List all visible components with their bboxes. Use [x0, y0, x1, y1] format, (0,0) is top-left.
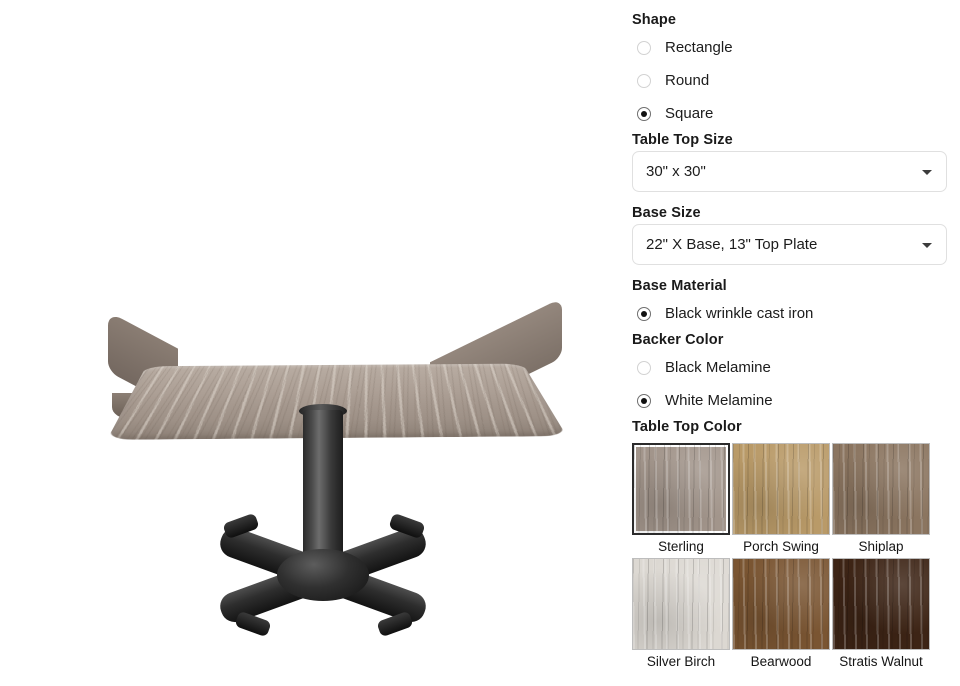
radio-icon-black-wrinkle-cast-iron[interactable]	[637, 306, 651, 321]
group-title-base-material: Base Material	[632, 278, 727, 294]
swatch-label-porch-swing: Porch Swing	[743, 539, 819, 554]
radio-icon-square[interactable]	[637, 106, 651, 121]
select-base-size[interactable]: 22" X Base, 13" Top Plate	[632, 224, 947, 265]
radio-option-round[interactable]: Round	[632, 64, 947, 97]
swatch-cell-bearwood[interactable]: Bearwood	[732, 557, 830, 671]
radio-label-square: Square	[665, 105, 714, 122]
radio-icon-round[interactable]	[637, 73, 651, 88]
woodgrain-texture	[833, 444, 929, 534]
group-title-base-size: Base Size	[632, 205, 701, 221]
product-image-pane	[0, 0, 632, 686]
swatch-stratis-walnut[interactable]	[832, 557, 930, 650]
woodgrain-texture	[634, 445, 728, 533]
swatch-cell-stratis-walnut[interactable]: Stratis Walnut	[832, 557, 930, 671]
chevron-down-icon[interactable]	[922, 242, 932, 248]
swatch-sterling[interactable]	[632, 443, 730, 535]
option-group-backer-color: Backer Color Black Melamine White Melami…	[632, 332, 947, 417]
swatch-cell-silver-birch[interactable]: Silver Birch	[632, 557, 730, 671]
radio-label-black-wrinkle-cast-iron: Black wrinkle cast iron	[665, 305, 814, 322]
radio-option-black-wrinkle-cast-iron[interactable]: Black wrinkle cast iron	[632, 297, 947, 330]
base-foot	[376, 610, 414, 638]
chevron-down-icon[interactable]	[922, 169, 932, 175]
woodgrain-texture	[833, 558, 929, 649]
option-group-table-top-size: Table Top Size 30" x 30"	[632, 132, 947, 192]
radio-label-rectangle: Rectangle	[665, 39, 733, 56]
select-table-top-size[interactable]: 30" x 30"	[632, 151, 947, 192]
radio-icon-rectangle[interactable]	[637, 40, 651, 55]
option-group-table-top-color: Table Top Color Sterling Porch Swing Shi…	[632, 419, 947, 670]
swatch-shiplap[interactable]	[832, 443, 930, 535]
swatch-label-shiplap: Shiplap	[858, 539, 904, 554]
swatch-porch-swing[interactable]	[732, 443, 830, 535]
option-group-base-material: Base Material Black wrinkle cast iron	[632, 278, 947, 330]
radio-option-rectangle[interactable]: Rectangle	[632, 31, 947, 64]
option-group-shape: Shape Rectangle Round Square	[632, 12, 947, 130]
radio-option-black-melamine[interactable]: Black Melamine	[632, 351, 947, 384]
swatch-cell-shiplap[interactable]: Shiplap	[832, 443, 930, 556]
radio-icon-white-melamine[interactable]	[637, 393, 651, 408]
table-base-x	[216, 500, 430, 650]
group-title-table-top-size: Table Top Size	[632, 132, 733, 148]
swatch-label-stratis-walnut: Stratis Walnut	[839, 653, 923, 669]
woodgrain-texture	[633, 558, 729, 649]
radio-icon-black-melamine[interactable]	[637, 360, 651, 375]
swatch-cell-sterling[interactable]: Sterling	[632, 443, 730, 556]
swatch-label-sterling: Sterling	[658, 539, 704, 554]
radio-option-white-melamine[interactable]: White Melamine	[632, 384, 947, 417]
swatch-cell-porch-swing[interactable]: Porch Swing	[732, 443, 830, 556]
select-value-table-top-size: 30" x 30"	[646, 163, 706, 180]
product-configurator: Shape Rectangle Round Square Table Top S…	[0, 0, 960, 686]
group-title-backer-color: Backer Color	[632, 332, 724, 348]
radio-label-white-melamine: White Melamine	[665, 392, 773, 409]
swatch-label-bearwood: Bearwood	[750, 653, 812, 669]
options-panel: Shape Rectangle Round Square Table Top S…	[632, 0, 960, 686]
table-product-image	[0, 0, 632, 686]
radio-label-round: Round	[665, 72, 710, 89]
radio-option-square[interactable]: Square	[632, 97, 947, 130]
base-foot	[234, 610, 272, 638]
group-title-table-top-color: Table Top Color	[632, 419, 742, 435]
swatch-label-silver-birch: Silver Birch	[646, 653, 716, 669]
woodgrain-texture	[733, 444, 829, 534]
option-group-base-size: Base Size 22" X Base, 13" Top Plate	[632, 205, 947, 265]
swatch-silver-birch[interactable]	[632, 557, 730, 650]
base-hub	[277, 549, 369, 601]
group-title-shape: Shape	[632, 12, 677, 28]
woodgrain-texture	[733, 558, 829, 649]
select-value-base-size: 22" X Base, 13" Top Plate	[646, 236, 818, 253]
swatch-grid: Sterling Porch Swing Shiplap Silver Birc…	[632, 443, 947, 670]
radio-label-black-melamine: Black Melamine	[665, 359, 771, 376]
swatch-bearwood[interactable]	[732, 557, 830, 650]
